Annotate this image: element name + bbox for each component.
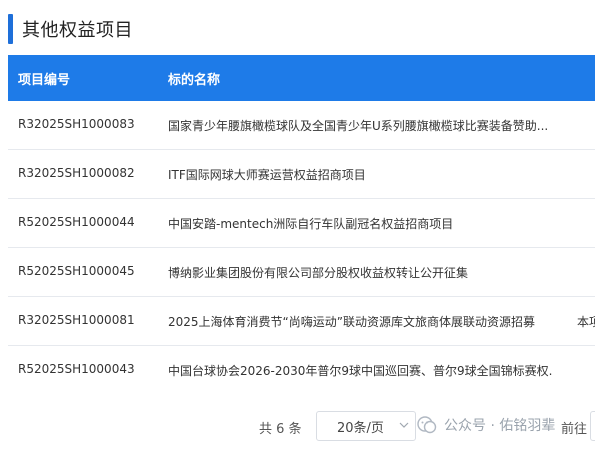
goto-page-input[interactable] xyxy=(590,411,595,441)
page-size-value: 20条/页 xyxy=(337,420,384,436)
projects-table: 项目编号 标的名称 R32025SH1000083 国家青少年腰旗橄榄球队及全国… xyxy=(8,55,595,391)
table-row[interactable]: R32025SH1000082 ITF国际网球大师赛运营权益招商项目 xyxy=(8,150,595,199)
watermark-text: 公众号 · 佑铭羽辈 xyxy=(444,418,556,434)
section-header: 其他权益项目 xyxy=(8,14,133,44)
wechat-logo-icon xyxy=(417,416,437,434)
column-header-name: 标的名称 xyxy=(168,72,221,88)
project-name[interactable]: ITF国际网球大师赛运营权益招商项目 xyxy=(168,166,553,183)
goto-label: 前往 xyxy=(561,422,588,437)
project-code: R52025SH1000044 xyxy=(18,215,135,229)
project-name[interactable]: 中国台球协会2026-2030年普尔9球中国巡回赛、普尔9球全国锦标赛权... xyxy=(168,362,553,379)
project-name[interactable]: 国家青少年腰旗橄榄球队及全国青少年U系列腰旗橄榄球比赛装备赞助... xyxy=(168,117,553,134)
project-name[interactable]: 博纳影业集团股份有限公司部分股权收益权转让公开征集 xyxy=(168,264,553,281)
total-count: 共 6 条 xyxy=(259,422,302,437)
table-row[interactable]: R32025SH1000083 国家青少年腰旗橄榄球队及全国青少年U系列腰旗橄榄… xyxy=(8,101,595,150)
project-name[interactable]: 2025上海体育消费节“尚嗨运动”联动资源库文旅商体展联动资源招募 xyxy=(168,313,553,330)
section-accent-bar xyxy=(8,14,13,44)
table-row[interactable]: R32025SH1000081 2025上海体育消费节“尚嗨运动”联动资源库文旅… xyxy=(8,297,595,346)
table-header: 项目编号 标的名称 xyxy=(8,55,595,101)
section-title: 其他权益项目 xyxy=(22,20,133,41)
page-size-select[interactable]: 20条/页 xyxy=(316,411,416,441)
project-name[interactable]: 中国安踏-mentech洲际自行车队副冠名权益招商项目 xyxy=(168,215,553,232)
watermark: 公众号 · 佑铭羽辈 xyxy=(416,414,555,436)
table-row[interactable]: R52025SH1000044 中国安踏-mentech洲际自行车队副冠名权益招… xyxy=(8,199,595,248)
project-code: R52025SH1000043 xyxy=(18,362,135,376)
project-code: R52025SH1000045 xyxy=(18,264,135,278)
project-code: R32025SH1000082 xyxy=(18,166,135,180)
row-extra-text: 本项 xyxy=(577,315,595,329)
pagination: 共 6 条 20条/页 公众号 · 佑铭羽辈 前往 xyxy=(0,410,595,450)
chevron-down-icon xyxy=(399,422,409,428)
table-row[interactable]: R52025SH1000043 中国台球协会2026-2030年普尔9球中国巡回… xyxy=(8,346,595,391)
table-body: R32025SH1000083 国家青少年腰旗橄榄球队及全国青少年U系列腰旗橄榄… xyxy=(8,101,595,391)
table-row[interactable]: R52025SH1000045 博纳影业集团股份有限公司部分股权收益权转让公开征… xyxy=(8,248,595,297)
column-header-code: 项目编号 xyxy=(18,72,71,88)
project-code: R32025SH1000081 xyxy=(18,313,135,327)
project-code: R32025SH1000083 xyxy=(18,117,135,131)
